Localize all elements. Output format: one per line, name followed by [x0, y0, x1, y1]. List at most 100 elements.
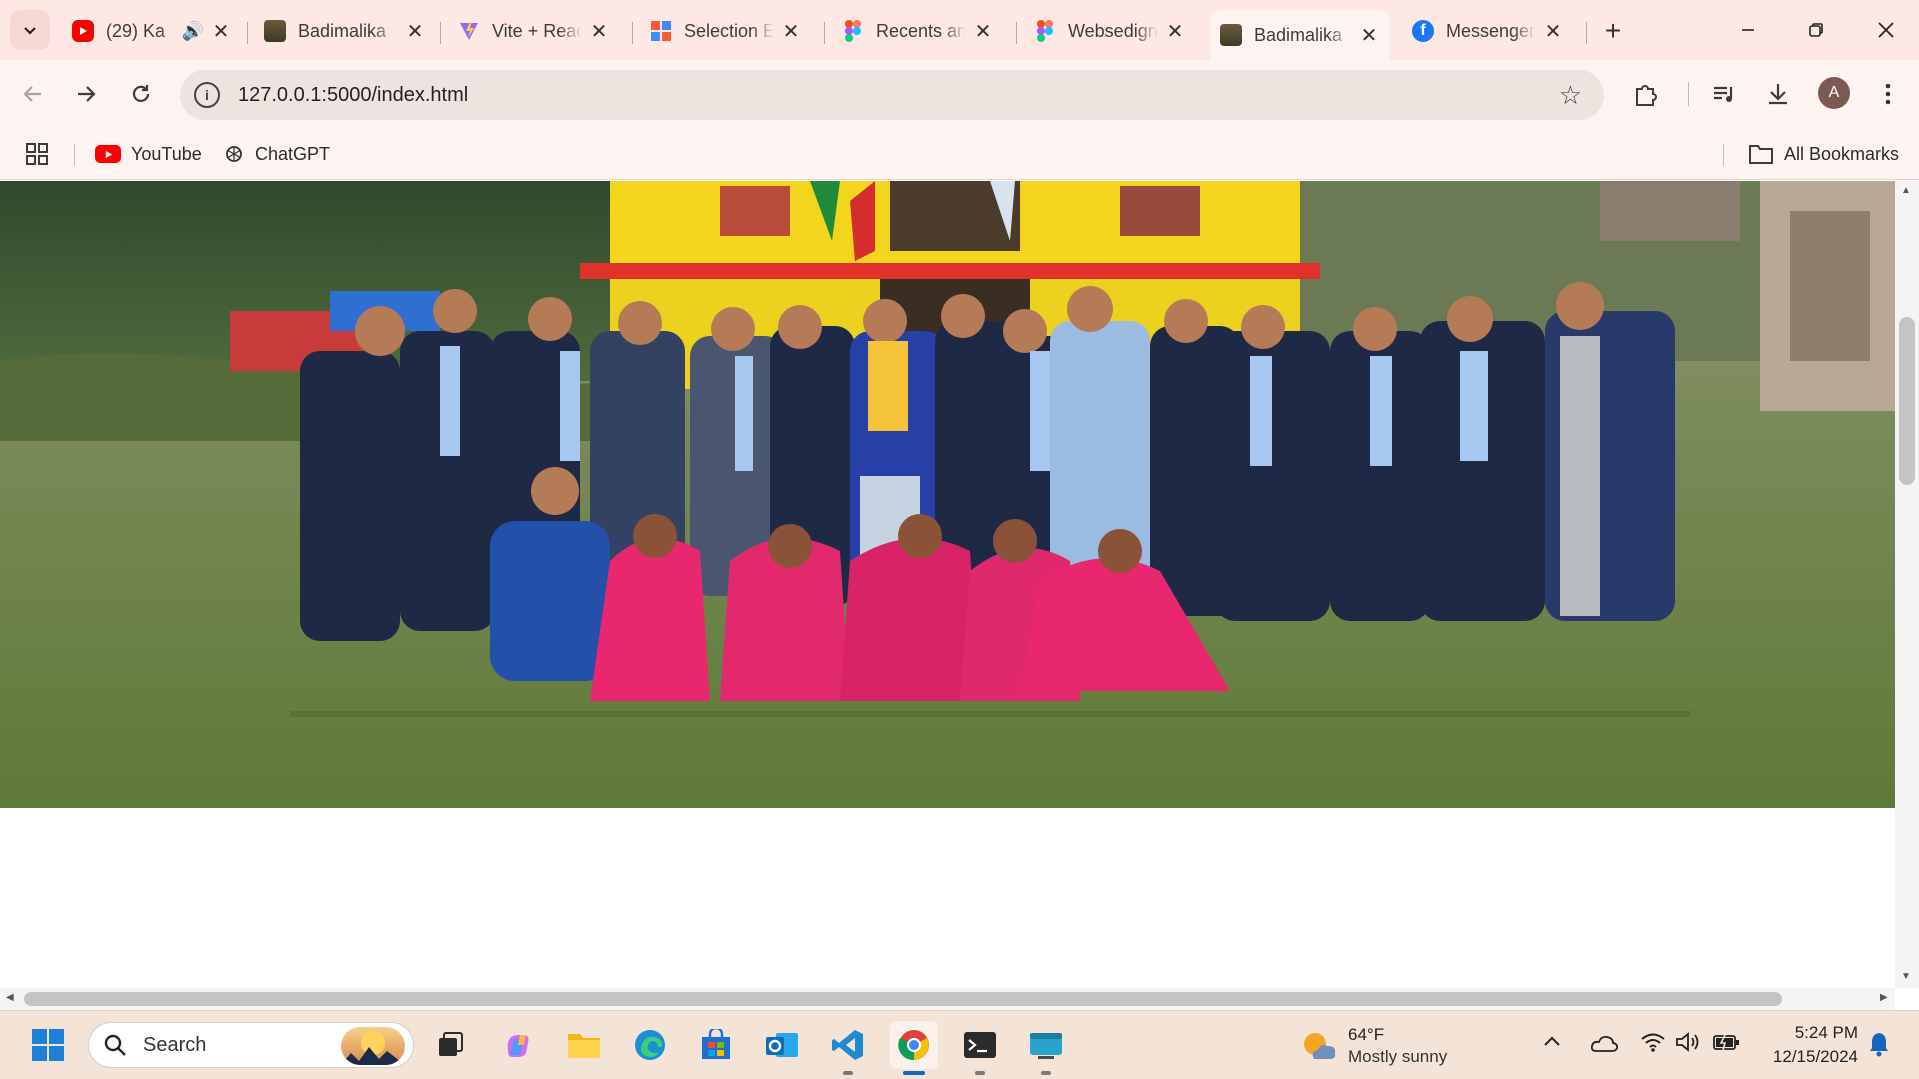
- url-text[interactable]: 127.0.0.1:5000/index.html: [238, 84, 468, 107]
- edge-icon: [635, 1030, 665, 1060]
- profile-avatar[interactable]: A: [1818, 77, 1850, 109]
- vscode-button[interactable]: [824, 1021, 872, 1075]
- tab-youtube[interactable]: (29) Ka 🔊 ✕: [62, 10, 242, 52]
- chevron-up-icon: [1544, 1036, 1560, 1046]
- close-tab-icon[interactable]: ✕: [780, 19, 802, 44]
- more-vertical-icon: [1885, 83, 1891, 105]
- windows-taskbar: Search 64°F Mostly sunny 5:24 PM 12/15/2…: [0, 1010, 1919, 1079]
- copilot-icon: [507, 1035, 529, 1057]
- reload-button[interactable]: [121, 74, 161, 114]
- close-tab-icon[interactable]: ✕: [210, 19, 232, 44]
- task-view-button[interactable]: [426, 1021, 474, 1069]
- taskbar-search[interactable]: Search: [88, 1022, 414, 1068]
- show-hidden-icons-button[interactable]: [1542, 1031, 1562, 1056]
- new-tab-button[interactable]: +: [1594, 12, 1632, 50]
- tab-search-button[interactable]: [10, 10, 50, 50]
- all-bookmarks-button[interactable]: All Bookmarks: [1748, 138, 1899, 170]
- youtube-icon: [72, 20, 94, 42]
- bookmarks-bar: YouTube ChatGPT All Bookmarks: [0, 128, 1919, 180]
- apps-grid-icon: [26, 143, 48, 165]
- tab-figma-recents[interactable]: Recents an ✕: [832, 10, 1004, 52]
- address-bar[interactable]: i 127.0.0.1:5000/index.html ☆: [180, 70, 1604, 120]
- clock[interactable]: 5:24 PM 12/15/2024: [1758, 1021, 1858, 1069]
- horizontal-scrollbar[interactable]: ◀ ▶: [0, 988, 1895, 1010]
- close-tab-icon[interactable]: ✕: [1358, 23, 1380, 48]
- notifications-button[interactable]: [1868, 1031, 1890, 1062]
- speaker-icon: [1676, 1032, 1699, 1052]
- tab-strip: (29) Ka 🔊 ✕ Badimalika ✕ Vite + React ✕ …: [0, 0, 1919, 60]
- remote-desktop-button[interactable]: [1022, 1021, 1070, 1075]
- chrome-button[interactable]: [890, 1021, 938, 1075]
- tab-badimalika-1[interactable]: Badimalika ✕: [254, 10, 436, 52]
- scroll-left-arrow[interactable]: ◀: [6, 992, 14, 1003]
- close-tab-icon[interactable]: ✕: [1542, 19, 1564, 44]
- copilot-button[interactable]: [494, 1021, 542, 1069]
- scroll-right-arrow[interactable]: ▶: [1880, 992, 1888, 1003]
- terminal-button[interactable]: [956, 1021, 1004, 1075]
- vertical-scroll-thumb[interactable]: [1899, 317, 1915, 485]
- forward-button[interactable]: [66, 74, 106, 114]
- close-tab-icon[interactable]: ✕: [404, 19, 426, 44]
- battery-charging-icon: [1713, 1034, 1739, 1051]
- tab-figma-websedign[interactable]: Websedign ✕: [1024, 10, 1196, 52]
- chatgpt-icon: [223, 143, 245, 165]
- bookmark-chatgpt[interactable]: ChatGPT: [223, 138, 330, 170]
- tab-messenger[interactable]: f Messenger ✕: [1402, 10, 1574, 52]
- back-button[interactable]: [13, 74, 53, 114]
- tab-title: Messenger: [1446, 20, 1536, 41]
- close-tab-icon[interactable]: ✕: [588, 19, 610, 44]
- windows-logo-icon: [32, 1029, 64, 1061]
- file-explorer-button[interactable]: [560, 1021, 608, 1069]
- microsoft-store-button[interactable]: [692, 1021, 740, 1069]
- close-window-button[interactable]: [1856, 8, 1916, 52]
- start-button[interactable]: [24, 1021, 72, 1069]
- browser-toolbar: i 127.0.0.1:5000/index.html ☆ A: [0, 60, 1919, 128]
- active-window-indicator: [903, 1071, 925, 1075]
- restore-button[interactable]: [1786, 8, 1846, 52]
- clock-time: 5:24 PM: [1794, 1023, 1858, 1042]
- site-info-icon[interactable]: i: [194, 82, 220, 108]
- edge-button[interactable]: [626, 1021, 674, 1069]
- onedrive-button[interactable]: [1590, 1033, 1619, 1058]
- search-placeholder: Search: [143, 1033, 207, 1056]
- partly-sunny-icon: [1304, 1033, 1336, 1059]
- close-icon: [1878, 22, 1894, 38]
- bookmark-star-icon[interactable]: ☆: [1559, 80, 1582, 111]
- site-photo-icon: [1220, 24, 1242, 46]
- search-icon: [104, 1034, 126, 1056]
- tab-selection[interactable]: Selection E ✕: [640, 10, 812, 52]
- apps-grid-button[interactable]: [26, 138, 48, 170]
- volume-button[interactable]: [1675, 1031, 1701, 1058]
- all-bookmarks-label: All Bookmarks: [1784, 143, 1900, 164]
- reload-icon: [132, 85, 150, 102]
- tab-vite-react[interactable]: Vite + React ✕: [448, 10, 620, 52]
- site-photo-icon: [264, 20, 286, 42]
- scroll-up-arrow[interactable]: ▲: [1901, 185, 1911, 196]
- tab-title: Recents an: [876, 20, 966, 41]
- audio-playing-icon[interactable]: 🔊: [182, 21, 204, 42]
- tab-separator: [1586, 22, 1587, 44]
- bookmark-youtube[interactable]: YouTube: [95, 138, 202, 170]
- media-queue-icon: [1714, 86, 1733, 102]
- close-tab-icon[interactable]: ✕: [1164, 19, 1186, 44]
- figma-icon: [842, 20, 864, 42]
- wifi-button[interactable]: [1640, 1031, 1666, 1058]
- vertical-scrollbar[interactable]: ▲ ▼: [1895, 181, 1919, 988]
- minimize-button[interactable]: [1718, 8, 1778, 52]
- clock-date: 12/15/2024: [1772, 1047, 1858, 1066]
- media-control-button[interactable]: [1704, 74, 1744, 114]
- downloads-button[interactable]: [1758, 74, 1798, 114]
- bell-icon: [1870, 1033, 1888, 1057]
- tab-title: (29) Ka: [106, 20, 166, 41]
- horizontal-scroll-thumb[interactable]: [24, 992, 1782, 1006]
- weather-widget[interactable]: 64°F Mostly sunny: [1300, 1021, 1480, 1071]
- tab-separator: [1016, 22, 1017, 44]
- extensions-button[interactable]: [1626, 74, 1666, 114]
- close-tab-icon[interactable]: ✕: [972, 19, 994, 44]
- bookmark-label: ChatGPT: [255, 143, 331, 164]
- scroll-down-arrow[interactable]: ▼: [1901, 971, 1911, 982]
- outlook-button[interactable]: [758, 1021, 806, 1069]
- tab-badimalika-active[interactable]: Badimalika ✕: [1210, 10, 1390, 60]
- battery-button[interactable]: [1712, 1031, 1740, 1058]
- browser-menu-button[interactable]: [1868, 74, 1908, 114]
